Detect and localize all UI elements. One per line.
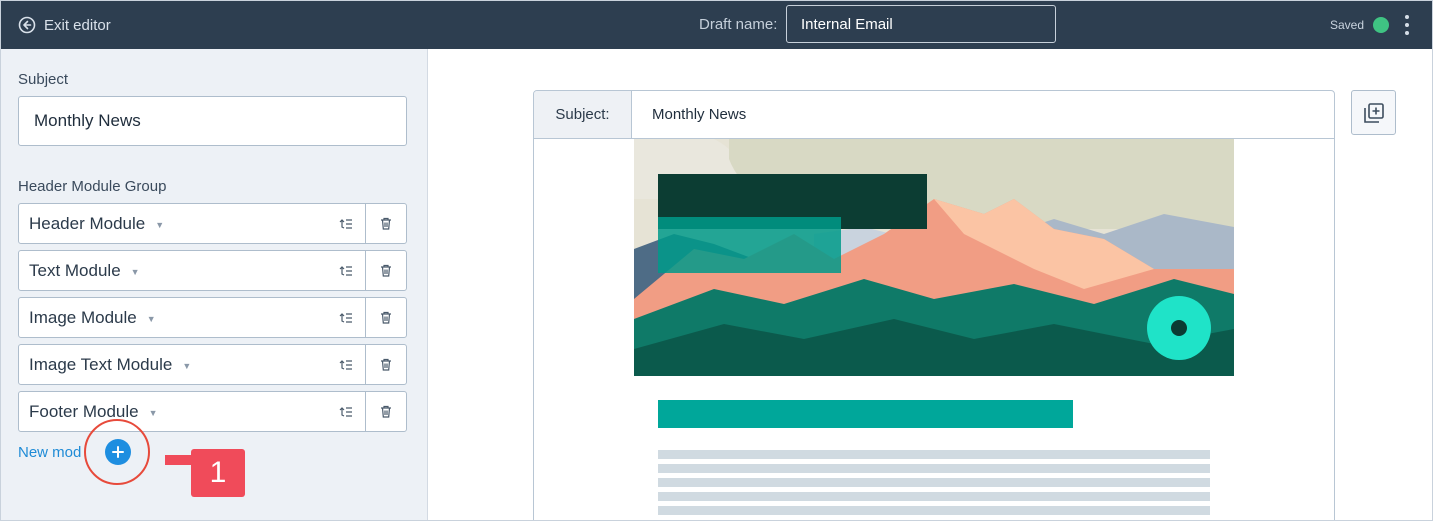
chevron-down-icon: ▼ <box>146 314 156 324</box>
text-line-placeholder <box>658 450 1210 459</box>
module-label: Image Text Module <box>29 354 173 374</box>
module-name[interactable]: Header Module ▼ <box>19 204 327 243</box>
reorder-icon[interactable] <box>327 298 365 337</box>
add-to-collection-button[interactable] <box>1351 90 1396 135</box>
module-label: Text Module <box>29 260 121 280</box>
subject-label: Subject <box>18 71 69 88</box>
trash-icon[interactable] <box>365 204 406 243</box>
highlight-circle <box>84 419 150 485</box>
module-label: Image Module <box>29 307 137 327</box>
chevron-down-icon: ▼ <box>155 220 165 230</box>
trash-icon[interactable] <box>365 251 406 290</box>
kebab-menu-icon[interactable] <box>1401 15 1413 35</box>
reorder-icon[interactable] <box>327 392 365 431</box>
sidebar: Subject Header Module Group Header Modul… <box>1 49 428 520</box>
trash-icon[interactable] <box>365 345 406 384</box>
module-row: Image Module ▼ <box>18 297 407 338</box>
module-row: Header Module ▼ <box>18 203 407 244</box>
module-name[interactable]: Image Text Module ▼ <box>19 345 327 384</box>
saved-status-indicator <box>1373 17 1389 33</box>
text-line-placeholder <box>658 506 1210 515</box>
module-label: Header Module <box>29 213 146 233</box>
module-row: Image Text Module ▼ <box>18 344 407 385</box>
module-name[interactable]: Text Module ▼ <box>19 251 327 290</box>
trash-icon[interactable] <box>365 392 406 431</box>
email-editor-window: Exit editor Draft name: Saved Subject He… <box>0 0 1433 521</box>
reorder-icon[interactable] <box>327 251 365 290</box>
exit-arrow-icon <box>18 16 36 34</box>
headline-placeholder <box>658 400 1073 428</box>
text-line-placeholder <box>658 464 1210 473</box>
saved-status-label: Saved <box>1330 18 1365 32</box>
exit-editor-label: Exit editor <box>44 16 111 34</box>
step-callout-badge: 1 <box>191 449 245 497</box>
top-bar: Exit editor Draft name: Saved <box>1 1 1432 49</box>
module-row: Footer Module ▼ <box>18 391 407 432</box>
preview-subject-value: Monthly News <box>652 106 747 123</box>
new-module-link[interactable]: New mod <box>18 444 81 461</box>
chevron-down-icon: ▼ <box>130 267 140 277</box>
chevron-down-icon: ▼ <box>148 408 158 418</box>
trash-icon[interactable] <box>365 298 406 337</box>
module-row: Text Module ▼ <box>18 250 407 291</box>
preview-subject-label: Subject: <box>534 91 632 138</box>
subject-input[interactable] <box>18 96 407 146</box>
module-group-label: Header Module Group <box>18 178 167 195</box>
text-line-placeholder <box>658 478 1210 487</box>
exit-editor-button[interactable]: Exit editor <box>18 13 111 37</box>
draft-name-label: Draft name: <box>699 16 778 33</box>
reorder-icon[interactable] <box>327 345 365 384</box>
reorder-icon[interactable] <box>327 204 365 243</box>
chevron-down-icon: ▼ <box>182 361 192 371</box>
hero-image[interactable] <box>634 139 1234 376</box>
email-preview: Subject: Monthly News <box>533 90 1335 520</box>
preview-subject-row: Subject: Monthly News <box>534 91 1334 139</box>
module-name[interactable]: Footer Module ▼ <box>19 392 327 431</box>
add-to-collection-icon <box>1363 102 1384 123</box>
text-line-placeholder <box>658 492 1210 501</box>
draft-name-input[interactable] <box>786 5 1056 43</box>
module-name[interactable]: Image Module ▼ <box>19 298 327 337</box>
